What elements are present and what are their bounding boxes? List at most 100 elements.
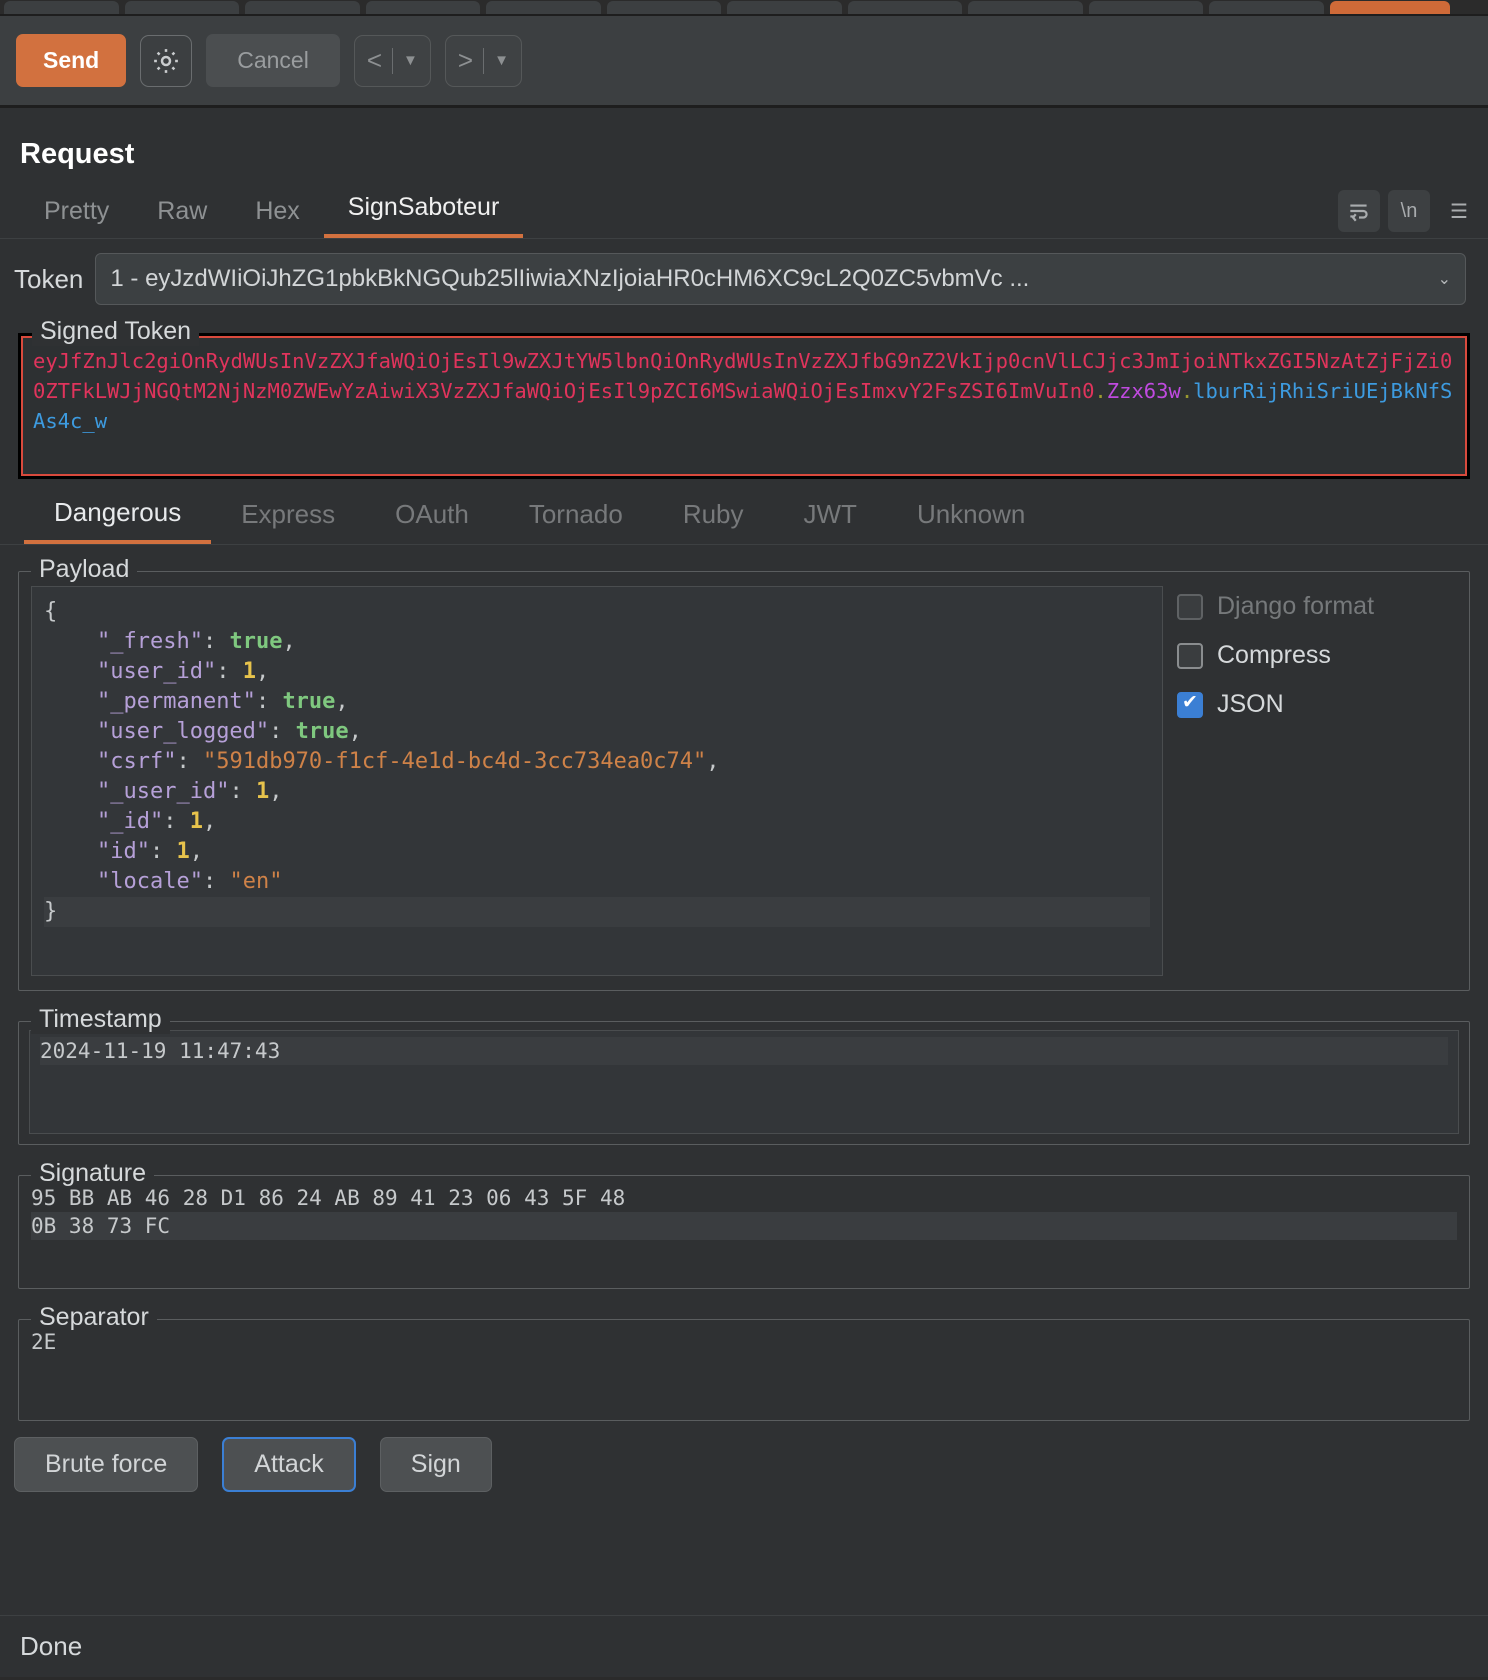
signed-token-field[interactable]: eyJfZnJlc2giOnRydWUsInVzZXJfaWQiOjEsIl9w… bbox=[21, 336, 1467, 476]
payload-token: } bbox=[44, 899, 58, 924]
separator-field[interactable]: 2E bbox=[23, 1324, 1465, 1416]
option-django-format[interactable]: Django format bbox=[1177, 592, 1457, 621]
checkbox-json[interactable] bbox=[1177, 691, 1203, 718]
payload-line: } bbox=[44, 897, 1150, 927]
tab-stub[interactable] bbox=[124, 1, 240, 14]
sign-button[interactable]: Sign bbox=[379, 1437, 492, 1492]
payload-token: , bbox=[269, 779, 283, 804]
tab-raw[interactable]: Raw bbox=[133, 193, 231, 238]
timestamp-field[interactable]: 2024-11-19 11:47:43 bbox=[29, 1030, 1459, 1134]
payload-token bbox=[44, 659, 97, 684]
status-text: Done bbox=[20, 1631, 83, 1661]
tab-stub[interactable] bbox=[1088, 1, 1204, 14]
option-json[interactable]: JSON bbox=[1177, 690, 1457, 719]
nav-divider bbox=[392, 47, 394, 74]
payload-token: , bbox=[706, 749, 720, 774]
payload-token: : bbox=[269, 719, 296, 744]
payload-token: : bbox=[176, 749, 203, 774]
timestamp-legend: Timestamp bbox=[31, 1005, 170, 1034]
payload-token bbox=[44, 779, 97, 804]
newline-icon[interactable]: \n bbox=[1388, 190, 1430, 232]
payload-token bbox=[44, 839, 97, 864]
payload-token: "user_logged" bbox=[96, 719, 270, 744]
chevron-right-icon: > bbox=[457, 45, 474, 75]
send-button[interactable]: Send bbox=[16, 34, 127, 87]
tab-pretty[interactable]: Pretty bbox=[20, 193, 133, 238]
tab-stub[interactable] bbox=[365, 1, 481, 14]
payload-token: "en" bbox=[229, 869, 283, 894]
tab-jwt[interactable]: JWT bbox=[774, 493, 887, 544]
payload-line: "user_id": 1, bbox=[44, 659, 269, 684]
tab-stub[interactable] bbox=[727, 1, 842, 14]
signed-token-legend: Signed Token bbox=[32, 317, 200, 346]
tab-stub[interactable] bbox=[968, 1, 1083, 14]
option-label: Compress bbox=[1217, 641, 1331, 669]
tab-ruby[interactable]: Ruby bbox=[653, 493, 774, 544]
payload-token: "_permanent" bbox=[96, 689, 256, 714]
signed-token-group: Signed Token eyJfZnJlc2giOnRydWUsInVzZXJ… bbox=[18, 317, 1470, 479]
next-request-button[interactable]: > ▼ bbox=[444, 34, 522, 87]
tab-stub[interactable] bbox=[1209, 1, 1325, 14]
status-bar: Done bbox=[0, 1615, 1488, 1677]
payload-token: true bbox=[295, 719, 349, 744]
checkbox-compress[interactable] bbox=[1177, 642, 1203, 669]
brute-force-button[interactable]: Brute force bbox=[14, 1437, 199, 1492]
checkbox-django-format[interactable] bbox=[1177, 593, 1203, 620]
payload-token bbox=[44, 809, 97, 834]
signature-legend: Signature bbox=[31, 1159, 155, 1188]
payload-token: "id" bbox=[96, 839, 150, 864]
chevron-down-icon[interactable]: ▼ bbox=[403, 52, 418, 69]
request-panel: Request Pretty Raw Hex SignSaboteur \n ☰… bbox=[0, 108, 1488, 1677]
chevron-down-icon[interactable]: ▼ bbox=[494, 52, 509, 69]
tab-oauth[interactable]: OAuth bbox=[365, 493, 499, 544]
request-toolbar: Send Cancel < ▼ > ▼ bbox=[0, 16, 1488, 108]
payload-line: { bbox=[44, 599, 57, 624]
timestamp-value: 2024-11-19 11:47:43 bbox=[40, 1037, 1448, 1065]
tab-stub-active[interactable] bbox=[1330, 1, 1451, 14]
request-view-tabs: Pretty Raw Hex SignSaboteur \n ☰ bbox=[0, 171, 1488, 239]
previous-request-button[interactable]: < ▼ bbox=[353, 34, 431, 87]
browser-tab-strip[interactable] bbox=[0, 0, 1488, 16]
tab-stub[interactable] bbox=[245, 1, 360, 14]
tab-stub[interactable] bbox=[486, 1, 601, 14]
tab-tornado[interactable]: Tornado bbox=[499, 493, 653, 544]
option-compress[interactable]: Compress bbox=[1177, 641, 1457, 670]
tab-stub[interactable] bbox=[4, 1, 119, 14]
option-label: JSON bbox=[1217, 690, 1284, 718]
payload-token: { bbox=[44, 599, 58, 624]
payload-line: "_id": 1, bbox=[44, 809, 216, 834]
gear-icon bbox=[154, 48, 179, 73]
payload-token bbox=[44, 749, 97, 774]
payload-token: , bbox=[202, 809, 217, 834]
payload-token: : bbox=[216, 659, 243, 684]
tab-hex[interactable]: Hex bbox=[231, 193, 323, 238]
signed-token-segment: Zzx63w bbox=[1106, 379, 1181, 403]
payload-token: "591db970-f1cf-4e1d-bc4d-3cc734ea0c74" bbox=[202, 749, 707, 774]
tab-dangerous[interactable]: Dangerous bbox=[24, 493, 212, 544]
settings-gear-icon[interactable] bbox=[140, 34, 193, 87]
tab-stub[interactable] bbox=[847, 1, 963, 14]
payload-token: , bbox=[282, 629, 296, 654]
tab-stub[interactable] bbox=[606, 1, 722, 14]
menu-icon[interactable]: ☰ bbox=[1438, 190, 1480, 232]
payload-token: 1 bbox=[255, 779, 270, 804]
tab-signsaboteur[interactable]: SignSaboteur bbox=[323, 189, 524, 238]
timestamp-group: Timestamp 2024-11-19 11:47:43 bbox=[18, 1005, 1470, 1145]
separator-group: Separator 2E bbox=[18, 1303, 1470, 1421]
cancel-button[interactable]: Cancel bbox=[206, 34, 340, 87]
word-wrap-icon[interactable] bbox=[1338, 190, 1380, 232]
tab-unknown[interactable]: Unknown bbox=[887, 493, 1055, 544]
option-label: Django format bbox=[1217, 592, 1375, 620]
nav-divider bbox=[483, 47, 485, 74]
token-select-value: 1 - eyJzdWIiOiJhZG1pbkBkNGQub25lIiwiaXNz… bbox=[110, 265, 1030, 292]
payload-editor[interactable]: { "_fresh": true, "user_id": 1, "_perman… bbox=[31, 586, 1163, 976]
signature-line-2: 0B 38 73 FC bbox=[31, 1212, 1457, 1240]
tab-express[interactable]: Express bbox=[211, 493, 365, 544]
signature-field[interactable]: 95 BB AB 46 28 D1 86 24 AB 89 41 23 06 4… bbox=[23, 1180, 1465, 1284]
payload-token: , bbox=[335, 689, 349, 714]
payload-line: "locale": "en" bbox=[44, 869, 282, 894]
token-row: Token 1 - eyJzdWIiOiJhZG1pbkBkNGQub25lIi… bbox=[0, 239, 1488, 305]
separator-legend: Separator bbox=[31, 1303, 157, 1332]
token-select[interactable]: 1 - eyJzdWIiOiJhZG1pbkBkNGQub25lIiwiaXNz… bbox=[95, 253, 1466, 305]
attack-button[interactable]: Attack bbox=[222, 1437, 356, 1492]
